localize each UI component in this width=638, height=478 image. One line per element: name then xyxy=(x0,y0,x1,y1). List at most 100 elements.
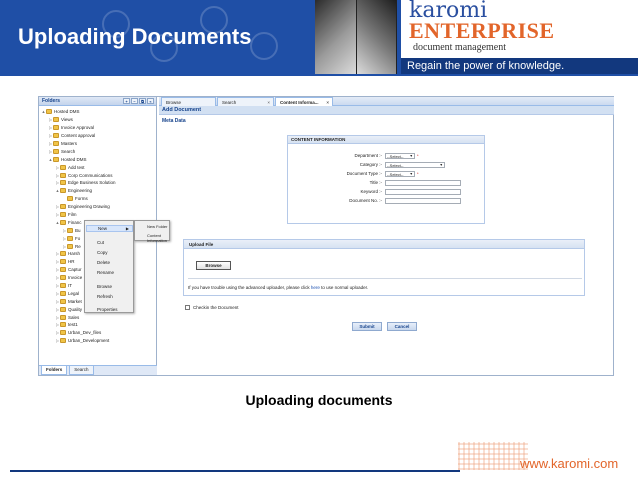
field-label: Department :- xyxy=(354,153,382,158)
tree-node-label: Invoice xyxy=(68,275,83,281)
folder-icon xyxy=(60,322,66,328)
tab-content-information[interactable]: Content Informa... × xyxy=(275,97,333,106)
brand-product: ENTERPRISE xyxy=(409,18,555,43)
tree-node[interactable]: ▷ Masters xyxy=(41,140,155,148)
folder-icon xyxy=(60,314,66,320)
collapse-panel-icon[interactable]: « xyxy=(147,98,154,104)
submit-button[interactable]: Submit xyxy=(352,322,382,331)
tree-node[interactable]: ▷ Sales xyxy=(41,313,155,321)
tree-node-label: Sales xyxy=(68,314,80,320)
chevron-down-icon[interactable]: ▼ xyxy=(440,163,443,168)
menu-item-browse[interactable]: Browse xyxy=(97,284,112,289)
context-menu: New ▶ Cut Copy Delete Rename Browse Refre… xyxy=(84,220,134,313)
menu-item-new[interactable]: New ▶ xyxy=(86,225,133,232)
select-field[interactable]: --Select-- ▼ xyxy=(385,162,445,168)
normal-uploader-link[interactable]: here xyxy=(311,285,320,290)
select-field[interactable]: --Select-- ▼ xyxy=(385,153,415,159)
cancel-button[interactable]: Cancel xyxy=(387,322,417,331)
form-row: Document No. :- xyxy=(288,198,486,204)
tab-bar: Browse Search × Content Informa... × xyxy=(159,97,614,106)
form-row: Department :- --Select-- ▼ * xyxy=(288,153,486,159)
tab-folders[interactable]: Folders xyxy=(41,366,68,375)
text-field[interactable] xyxy=(385,189,461,195)
required-marker-icon: * xyxy=(417,153,419,158)
folder-icon xyxy=(60,219,66,225)
close-icon[interactable]: × xyxy=(267,98,270,107)
tree-node[interactable]: ▷ Engineering Drawing xyxy=(41,203,155,211)
tree-node[interactable]: ▷ Film xyxy=(41,211,155,219)
folder-icon xyxy=(46,109,52,115)
chevron-down-icon[interactable]: ▼ xyxy=(410,154,413,159)
tree-node-label: Harsh xyxy=(68,251,81,257)
tree-node-label: Engineering Drawing xyxy=(68,204,110,210)
tree-node-label: Captur xyxy=(68,267,82,273)
folder-icon xyxy=(67,243,73,249)
menu-item-properties[interactable]: Properties xyxy=(97,307,118,312)
tree-node[interactable]: ▲ Hosted DMS xyxy=(41,108,155,116)
folder-icon xyxy=(53,133,59,139)
brand-logo: karomi ENTERPRISE document management xyxy=(401,0,638,58)
tree-node[interactable]: ▷ Content approval xyxy=(41,132,155,140)
tree-node-label: Hosted DMS xyxy=(61,156,87,162)
menu-item-rename[interactable]: Rename xyxy=(97,270,114,275)
tree-node-label: Bu xyxy=(75,227,81,233)
tree-node[interactable]: ▷ Add test xyxy=(41,163,155,171)
tree-node[interactable]: ▷ Views xyxy=(41,116,155,124)
footer-decoration xyxy=(458,442,528,470)
restore-icon[interactable]: ⧉ xyxy=(139,98,146,104)
submenu-arrow-icon: ▶ xyxy=(125,226,129,231)
folder-icon xyxy=(67,196,73,202)
collapse-icon[interactable]: − xyxy=(131,98,138,104)
tree-node-label: Legal xyxy=(68,290,80,296)
field-label: Document Type :- xyxy=(346,171,382,176)
tree-node-label: Quality xyxy=(68,306,83,312)
folders-panel-header: Folders + − ⧉ « xyxy=(39,97,156,106)
tree-node[interactable]: ▷ Corp Communications xyxy=(41,171,155,179)
tree-node-label: Hosted DMS xyxy=(54,109,80,115)
uploader-note-text: If you have trouble using the advanced u… xyxy=(188,285,310,290)
folder-icon xyxy=(60,306,66,312)
slide-title: Uploading Documents xyxy=(18,24,252,49)
uploader-note: If you have trouble using the advanced u… xyxy=(188,285,368,290)
tree-node[interactable]: ▷ Urban_Development xyxy=(41,337,155,345)
tree-node-label: Search xyxy=(61,148,76,154)
browse-button[interactable]: Browse xyxy=(196,261,231,270)
footer-url: www.karomi.com xyxy=(520,456,619,471)
tree-node[interactable]: ▲ Hosted DMS xyxy=(41,155,155,163)
folder-icon xyxy=(60,298,66,304)
text-field[interactable] xyxy=(385,198,461,204)
folder-icon xyxy=(53,117,59,123)
tree-node-label: Masters xyxy=(61,141,78,146)
tree-node-label: Film xyxy=(68,212,77,218)
select-field[interactable]: --Select-- ▼ xyxy=(385,171,415,177)
folder-icon xyxy=(60,275,66,281)
tree-node[interactable]: Forms xyxy=(41,195,155,203)
menu-item-cut[interactable]: Cut xyxy=(97,240,104,245)
tree-node[interactable]: ▷ Invoice Approval xyxy=(41,124,155,132)
slide: Uploading Documents karomi ENTERPRISE do… xyxy=(0,0,638,478)
text-field[interactable] xyxy=(385,180,461,186)
field-label: Keyword :- xyxy=(360,189,382,194)
tree-node-label: Urban_Development xyxy=(68,338,110,344)
close-icon[interactable]: × xyxy=(326,98,329,107)
folder-icon xyxy=(53,141,59,146)
tab-search[interactable]: Search × xyxy=(217,97,274,106)
tab-browse[interactable]: Browse xyxy=(161,97,216,106)
tree-node[interactable]: ▷ Urban_Dev_files xyxy=(41,329,155,337)
slide-caption: Uploading documents xyxy=(245,392,393,408)
tree-node[interactable]: ▲ Engineering xyxy=(41,187,155,195)
expand-icon[interactable]: + xyxy=(123,98,130,104)
chevron-down-icon[interactable]: ▼ xyxy=(410,172,413,177)
folder-icon xyxy=(60,267,66,273)
field-value: --Select-- xyxy=(387,172,404,177)
menu-item-copy[interactable]: Copy xyxy=(97,250,108,255)
tab-search-folders[interactable]: Search xyxy=(69,366,94,375)
dms-app-window: Folders + − ⧉ « ▲ Hosted DMS ▷ Views ▷ Invoic… xyxy=(38,96,614,376)
checkin-checkbox[interactable] xyxy=(185,305,190,310)
menu-item-refresh[interactable]: Refresh xyxy=(97,294,113,299)
tree-node[interactable]: ▷ Edge Business Solution xyxy=(41,179,155,187)
tree-node[interactable]: ▷ Search xyxy=(41,147,155,155)
checkin-option: Checkin the Document xyxy=(185,305,239,310)
tree-node[interactable]: ▷ test1 xyxy=(41,321,155,329)
menu-item-delete[interactable]: Delete xyxy=(97,260,110,265)
